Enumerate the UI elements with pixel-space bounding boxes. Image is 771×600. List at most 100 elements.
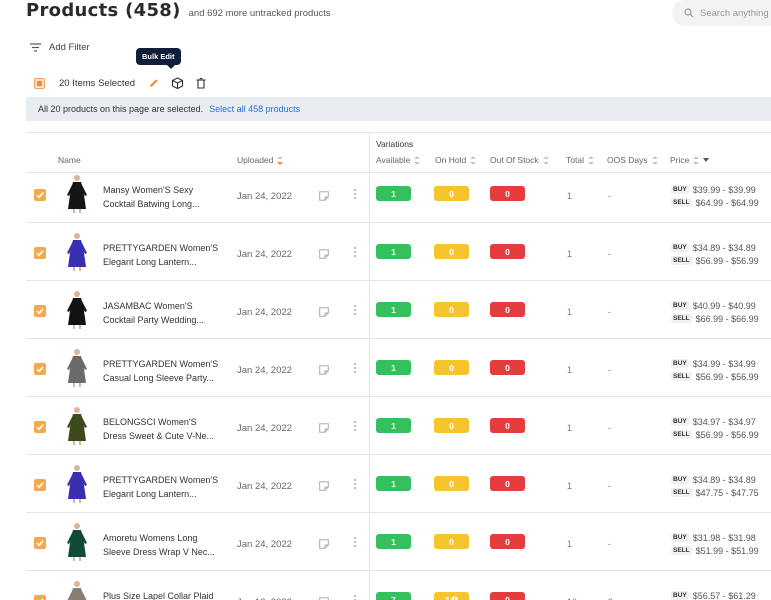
out-of-stock-badge: 0: [490, 186, 525, 201]
buy-price: $56.57 - $61.29: [692, 590, 756, 600]
more-options-icon[interactable]: [353, 189, 357, 201]
product-thumbnail: [67, 233, 87, 271]
more-options-icon[interactable]: [353, 479, 357, 491]
table-row[interactable]: Amoretu Womens Long Sleeve Dress Wrap V N…: [26, 513, 771, 571]
out-of-stock-badge: 0: [490, 476, 525, 491]
note-icon[interactable]: [319, 539, 329, 549]
note-icon[interactable]: [319, 481, 329, 491]
package-button[interactable]: [171, 77, 184, 89]
add-filter-button[interactable]: Add Filter: [30, 42, 90, 53]
info-icon: [451, 596, 459, 600]
oos-days: -: [608, 539, 611, 549]
sell-price: $56.99 - $56.99: [695, 429, 759, 440]
product-thumbnail: [67, 465, 87, 503]
row-checkbox[interactable]: [34, 421, 46, 433]
delete-button[interactable]: [196, 77, 206, 89]
product-thumbnail: [67, 407, 87, 445]
sort-icon: [414, 155, 421, 165]
table-row[interactable]: JASAMBAC Women'S Cocktail Party Wedding..…: [26, 281, 771, 339]
product-name[interactable]: Mansy Women'S Sexy Cocktail Batwing Long.…: [103, 183, 233, 211]
buy-price: $39.99 - $39.99: [692, 184, 756, 195]
on-hold-count: 3: [444, 594, 450, 600]
sell-tag: SELL: [671, 256, 692, 265]
buy-tag: BUY: [671, 243, 689, 252]
on-hold-count: 0: [449, 362, 454, 373]
table-row[interactable]: Mansy Women'S Sexy Cocktail Batwing Long.…: [26, 165, 771, 223]
total-count: 1: [567, 481, 573, 491]
buy-tag: BUY: [671, 591, 689, 600]
column-header-out-of-stock[interactable]: Out Of Stock: [490, 155, 549, 165]
more-options-icon[interactable]: [353, 247, 357, 259]
column-header-total[interactable]: Total: [566, 155, 594, 165]
more-options-icon[interactable]: [353, 421, 357, 433]
search-input[interactable]: Search anything: [672, 0, 771, 26]
row-checkbox[interactable]: [34, 305, 46, 317]
product-name[interactable]: PRETTYGARDEN Women'S Casual Long Sleeve P…: [103, 357, 233, 385]
add-filter-label: Add Filter: [49, 42, 90, 53]
row-checkbox[interactable]: [34, 537, 46, 549]
total-count: 1: [567, 365, 573, 375]
note-icon[interactable]: [319, 365, 329, 375]
product-name[interactable]: PRETTYGARDEN Women'S Elegant Long Lantern…: [103, 473, 233, 501]
more-options-icon[interactable]: [353, 363, 357, 375]
product-name[interactable]: PRETTYGARDEN Women'S Elegant Long Lantern…: [103, 241, 233, 269]
total-count: 1: [567, 191, 573, 201]
product-name-line2: Elegant Long Lantern...: [103, 257, 197, 267]
available-badge: 1: [376, 534, 411, 549]
table-row[interactable]: Plus Size Lapel Collar PlaidBelt Design …: [26, 571, 771, 600]
on-hold-count: 0: [449, 188, 454, 199]
uploaded-date: Jan 24, 2022: [237, 249, 292, 260]
note-icon[interactable]: [319, 423, 329, 433]
table-row[interactable]: PRETTYGARDEN Women'S Casual Long Sleeve P…: [26, 339, 771, 397]
bulk-edit-button[interactable]: [149, 78, 159, 88]
row-checkbox[interactable]: [34, 189, 46, 201]
search-icon: [684, 8, 694, 18]
product-name[interactable]: JASAMBAC Women'S Cocktail Party Wedding..…: [103, 299, 233, 327]
on-hold-count: 0: [449, 304, 454, 315]
table-row[interactable]: PRETTYGARDEN Women'S Elegant Long Lantern…: [26, 455, 771, 513]
column-header-uploaded[interactable]: Uploaded: [237, 155, 284, 165]
table-row[interactable]: PRETTYGARDEN Women'S Elegant Long Lantern…: [26, 223, 771, 281]
product-name[interactable]: Plus Size Lapel Collar PlaidBelt Design …: [103, 589, 233, 600]
chevron-down-icon: [703, 158, 710, 162]
oos-days: -: [608, 249, 611, 259]
more-options-icon[interactable]: [353, 305, 357, 317]
note-icon[interactable]: [319, 249, 329, 259]
row-checkbox[interactable]: [34, 595, 46, 600]
column-header-oos-days[interactable]: OOS Days: [607, 155, 658, 165]
row-checkbox[interactable]: [34, 479, 46, 491]
on-hold-badge: 0: [434, 244, 469, 259]
available-badge: 1: [376, 244, 411, 259]
select-all-checkbox[interactable]: [34, 77, 45, 89]
price-cell: BUY $34.97 - $34.97 SELL $56.99 - $56.99: [671, 415, 759, 441]
sort-icon: [693, 155, 700, 165]
more-options-icon[interactable]: [353, 537, 357, 549]
selected-count: 20 Items Selected: [59, 77, 136, 89]
sell-price: $66.99 - $66.99: [695, 313, 759, 324]
select-all-link[interactable]: Select all 458 products: [209, 104, 300, 114]
price-cell: BUY $34.89 - $34.89 SELL $56.99 - $56.99: [671, 241, 759, 267]
available-badge: 1: [376, 186, 411, 201]
sort-icon: [651, 155, 658, 165]
on-hold-badge: 3: [434, 592, 469, 600]
buy-tag: BUY: [671, 359, 689, 368]
note-icon[interactable]: [319, 191, 329, 201]
available-badge: 1: [376, 360, 411, 375]
note-icon[interactable]: [319, 307, 329, 317]
product-name-line2: Dress Sweet & Cute V-Ne...: [103, 431, 215, 441]
column-header-on-hold[interactable]: On Hold: [435, 155, 477, 165]
product-name[interactable]: BELONGSCI Women'S Dress Sweet & Cute V-Ne…: [103, 415, 233, 443]
table-row[interactable]: BELONGSCI Women'S Dress Sweet & Cute V-Ne…: [26, 397, 771, 455]
out-of-stock-badge: 0: [490, 244, 525, 259]
column-header-price[interactable]: Price: [670, 155, 710, 165]
product-name[interactable]: Amoretu Womens Long Sleeve Dress Wrap V N…: [103, 531, 233, 559]
column-header-available[interactable]: Available: [376, 155, 421, 165]
column-header-price-label: Price: [670, 155, 690, 165]
row-checkbox[interactable]: [34, 363, 46, 375]
more-options-icon[interactable]: [353, 595, 357, 600]
price-cell: BUY $40.99 - $40.99 SELL $66.99 - $66.99: [671, 299, 759, 325]
sell-price: $47.75 - $47.75: [695, 487, 759, 498]
column-header-name[interactable]: Name: [58, 155, 81, 165]
buy-tag: BUY: [671, 185, 689, 194]
row-checkbox[interactable]: [34, 247, 46, 259]
